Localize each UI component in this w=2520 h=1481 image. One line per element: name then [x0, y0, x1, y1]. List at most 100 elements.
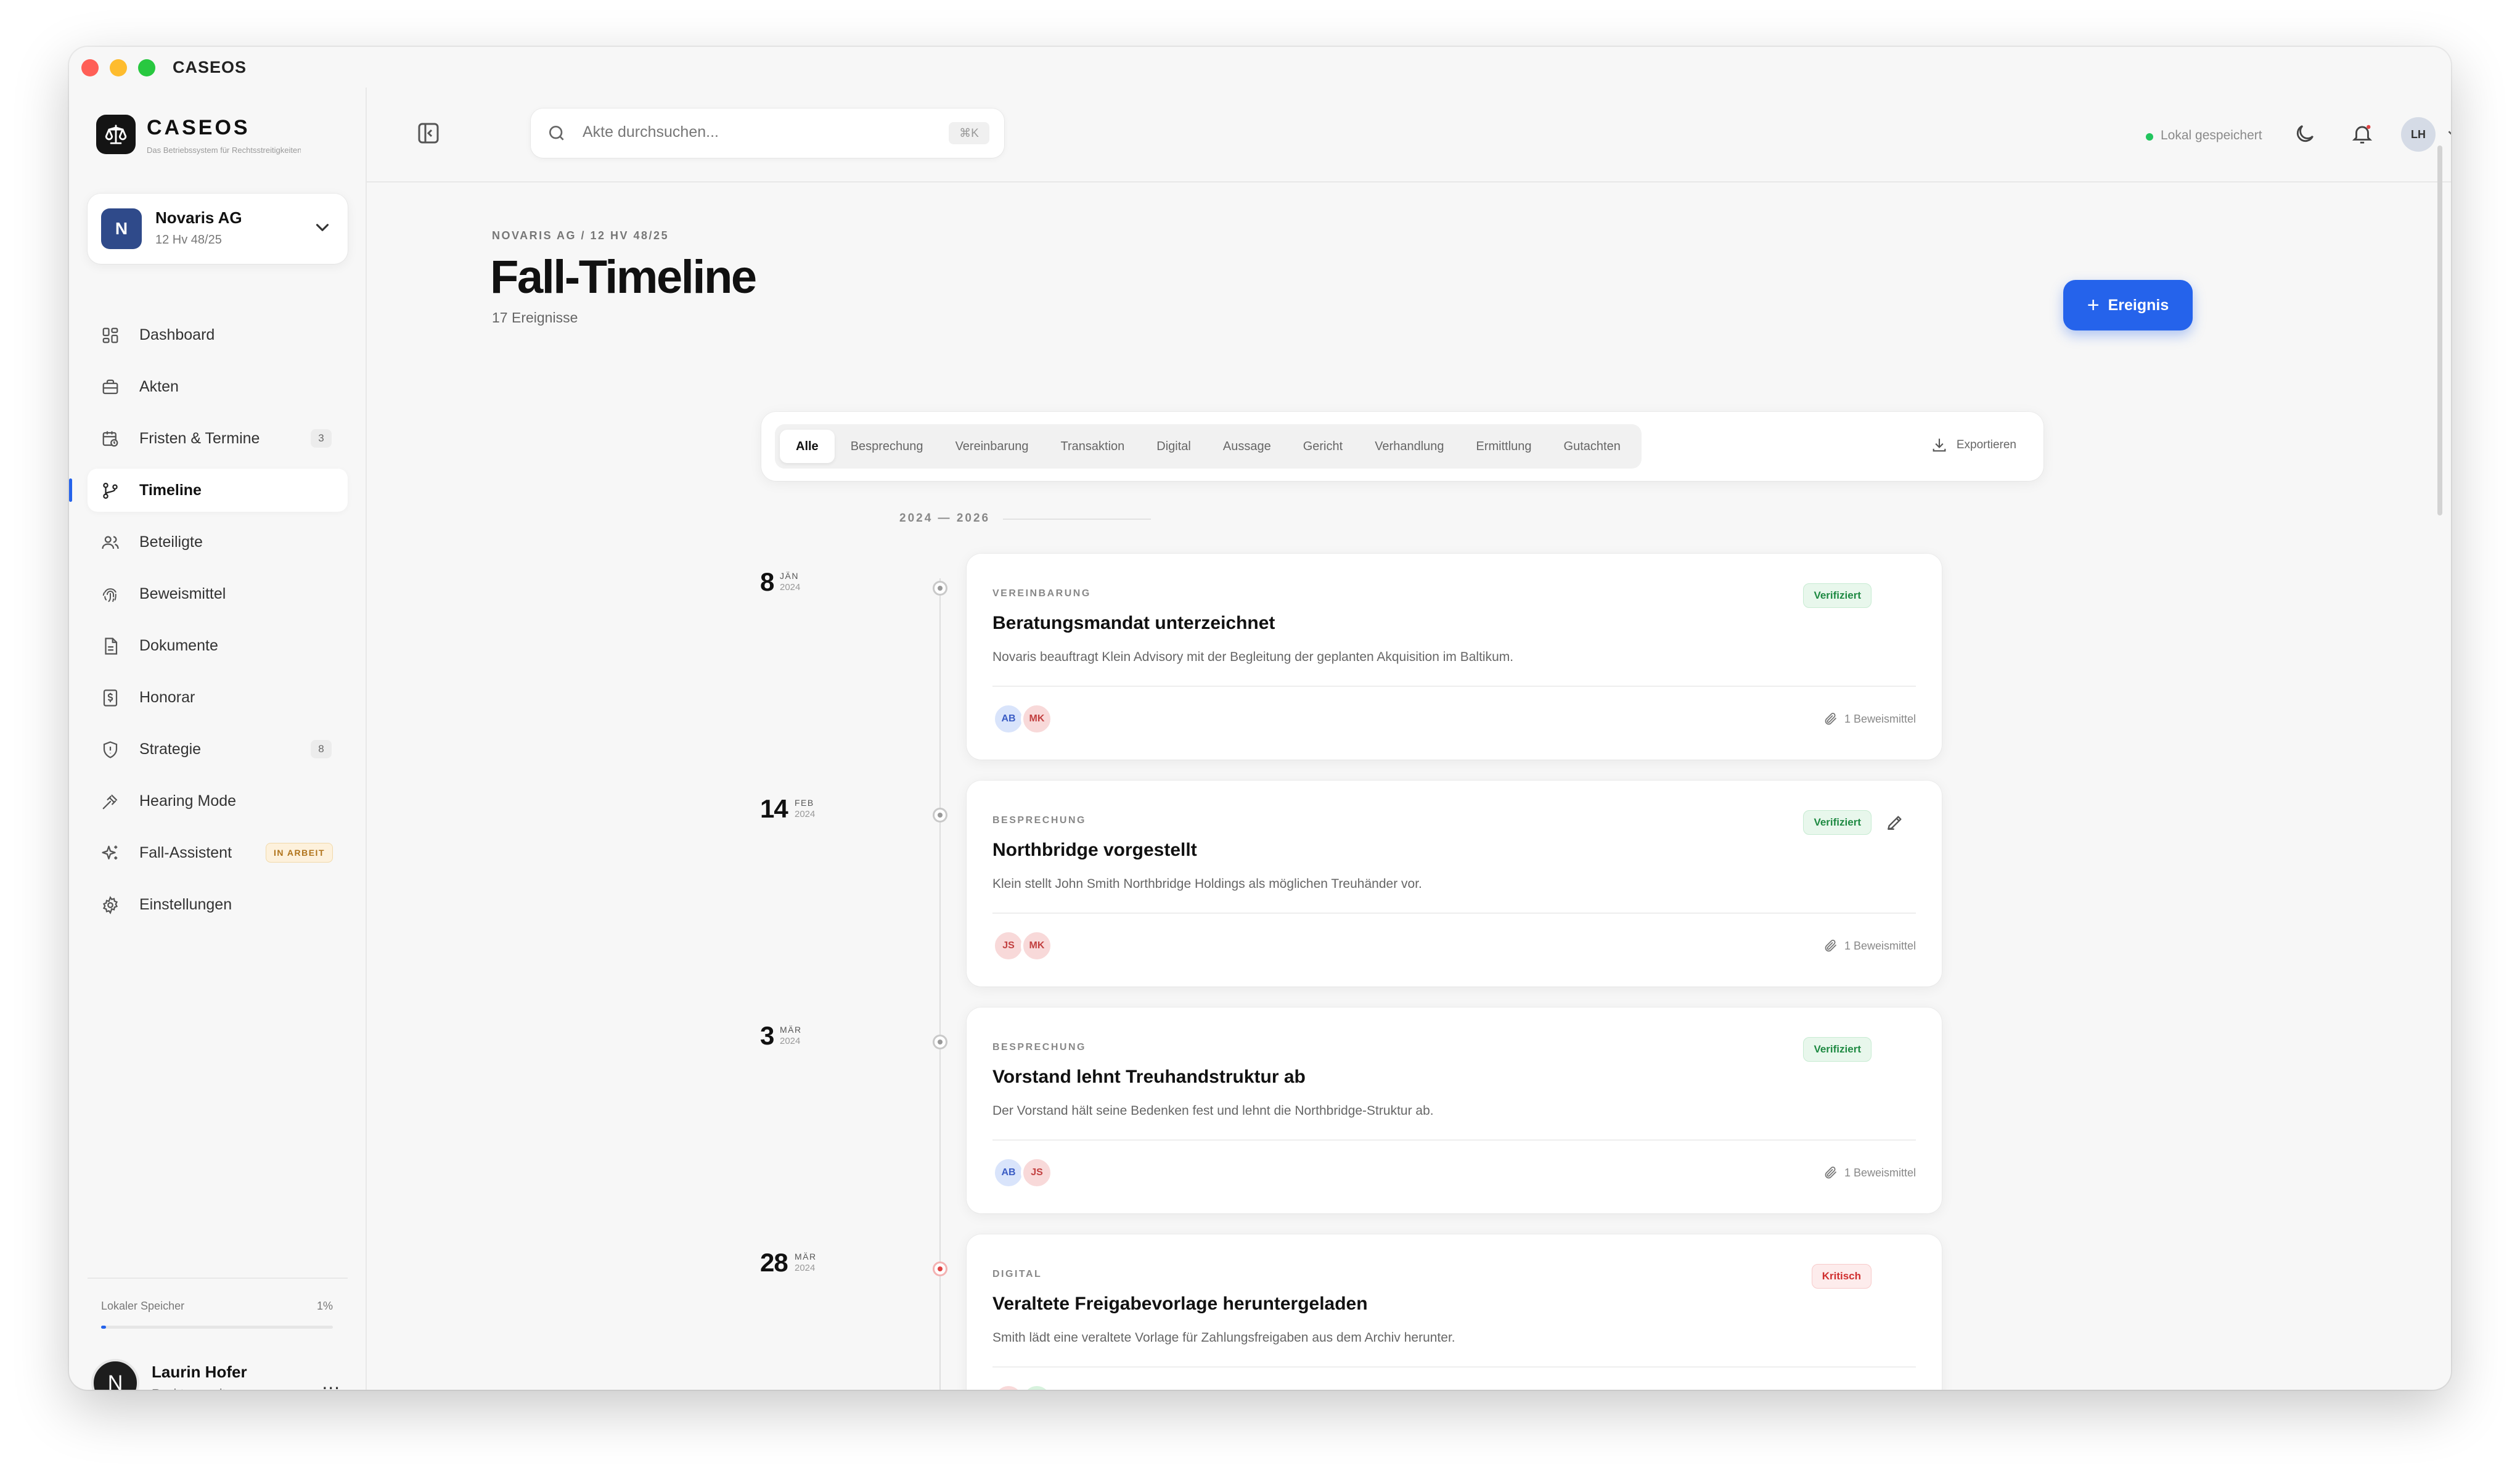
sidebar-item-dashboard[interactable]: Dashboard: [88, 313, 348, 356]
paperclip-icon: [1825, 1167, 1836, 1179]
moon-icon[interactable]: [2293, 122, 2317, 146]
sidebar-item-honorar[interactable]: Honorar: [88, 676, 348, 719]
evidence-count[interactable]: 1 Beweismittel: [1823, 1165, 1916, 1180]
participant-avatar[interactable]: AB: [992, 703, 1025, 735]
sidebar-item-label: Timeline: [139, 481, 202, 499]
event-title: Veraltete Freigabevorlage heruntergelade…: [992, 1294, 1368, 1314]
sidebar-item-fristen[interactable]: Fristen & Termine 3: [88, 417, 348, 460]
users-icon: [102, 536, 119, 549]
bell-icon[interactable]: [2350, 122, 2374, 146]
sidebar: CASEOS Das Betriebssystem für Rechtsstre…: [69, 88, 367, 1390]
storage-label: Lokaler Speicher: [101, 1300, 185, 1312]
sidebar-item-label: Einstellungen: [139, 895, 232, 913]
evidence-count[interactable]: 1 Beweismittel: [1823, 938, 1916, 953]
filter-chip[interactable]: Gericht: [1287, 430, 1359, 463]
user-profile[interactable]: N Laurin Hofer Rechtsanwalt ...: [91, 1355, 350, 1390]
download-icon: [1933, 438, 1946, 452]
sidebar-item-label: Dokumente: [139, 636, 218, 654]
sidebar-item-hearing-mode[interactable]: Hearing Mode: [88, 779, 348, 823]
avatar: N: [91, 1359, 139, 1390]
event-card[interactable]: DIGITAL Veraltete Freigabevorlage herunt…: [967, 1234, 1942, 1390]
event-card[interactable]: VEREINBARUNG Beratungsmandat unterzeichn…: [967, 554, 1942, 760]
chevron-down-icon[interactable]: [2444, 125, 2451, 143]
brand-subtitle: Das Betriebssystem für Rechtsstreitigkei…: [147, 146, 301, 155]
evidence-label: 1 Beweismittel: [1844, 939, 1916, 952]
divider: [992, 1366, 1916, 1368]
event-description: Klein stellt John Smith Northbridge Hold…: [992, 877, 1422, 891]
event-title: Vorstand lehnt Treuhandstruktur ab: [992, 1067, 1306, 1087]
paperclip-icon: [1825, 940, 1836, 952]
filter-chip[interactable]: Alle: [780, 430, 835, 463]
pencil-icon[interactable]: [1885, 813, 1905, 832]
sidebar-toggle-icon[interactable]: [416, 121, 441, 146]
sidebar-item-fall-assistent[interactable]: Fall-Assistent IN ARBEIT: [88, 831, 348, 874]
event-card[interactable]: BESPRECHUNG Northbridge vorgestellt Klei…: [967, 781, 1942, 987]
evidence-count[interactable]: 1 Beweismittel: [1823, 712, 1916, 726]
add-event-button[interactable]: + Ereignis: [2063, 280, 2193, 330]
participant-list: AB JS: [992, 1157, 1053, 1189]
event-title: Northbridge vorgestellt: [992, 840, 1197, 860]
timeline-range: 2024 — 2026: [899, 512, 991, 525]
participant-avatar[interactable]: JS: [992, 1384, 1025, 1390]
divider: [1003, 519, 1151, 520]
sidebar-item-strategie[interactable]: Strategie 8: [88, 728, 348, 771]
storage-progress-fill: [101, 1326, 106, 1329]
add-event-label: Ereignis: [2108, 296, 2169, 314]
filter-chip[interactable]: Ermittlung: [1460, 430, 1548, 463]
sidebar-item-einstellungen[interactable]: Einstellungen: [88, 883, 348, 926]
avatar[interactable]: LH: [2401, 117, 2436, 152]
page-title: Fall-Timeline: [490, 251, 757, 303]
participant-avatar[interactable]: JS: [1021, 1157, 1053, 1189]
close-window-button[interactable]: [81, 59, 99, 76]
filter-chip[interactable]: Verhandlung: [1359, 430, 1460, 463]
scrollbar[interactable]: [2437, 146, 2442, 515]
export-button[interactable]: Exportieren: [1931, 437, 2016, 454]
sidebar-item-akten[interactable]: Akten: [88, 365, 348, 408]
maximize-window-button[interactable]: [138, 59, 155, 76]
timeline-dot: [933, 1262, 947, 1276]
participant-avatar[interactable]: MK: [1021, 930, 1053, 962]
event-type: VEREINBARUNG: [992, 588, 1091, 599]
filter-chip[interactable]: Transaktion: [1045, 430, 1141, 463]
sidebar-item-beweismittel[interactable]: Beweismittel: [88, 572, 348, 615]
participant-list: JS MK: [992, 930, 1053, 962]
sidebar-item-timeline[interactable]: Timeline: [69, 469, 348, 512]
filter-chip[interactable]: Besprechung: [835, 430, 939, 463]
filter-chip[interactable]: Vereinbarung: [939, 430, 1045, 463]
status-badge: Verifiziert: [1803, 583, 1872, 608]
divider: [992, 686, 1916, 687]
case-avatar: N: [101, 208, 142, 249]
sidebar-item-label: Strategie: [139, 740, 202, 758]
timeline-dot: [933, 808, 947, 823]
sidebar-item-beteiligte[interactable]: Beteiligte: [88, 520, 348, 564]
event-card[interactable]: BESPRECHUNG Vorstand lehnt Treuhandstruk…: [967, 1007, 1942, 1213]
event-type: BESPRECHUNG: [992, 815, 1086, 826]
search-icon: [549, 126, 564, 141]
participant-avatar[interactable]: TR: [1021, 1384, 1053, 1390]
sidebar-item-label: Hearing Mode: [139, 792, 237, 810]
timeline-event: 3 MÄR 2024 BESPRECHUNG Vorstand lehnt Tr…: [367, 1007, 2451, 1213]
filter-chip[interactable]: Gutachten: [1548, 430, 1637, 463]
evidence-label: 1 Beweismittel: [1844, 1166, 1916, 1179]
minimize-window-button[interactable]: [110, 59, 127, 76]
participant-list: AB MK: [992, 703, 1053, 735]
plus-icon: +: [2087, 293, 2100, 317]
window-title: CASEOS: [173, 58, 247, 76]
shortcut-hint: ⌘K: [949, 122, 989, 144]
participant-avatar[interactable]: AB: [992, 1157, 1025, 1189]
search-input[interactable]: Akte durchsuchen... ⌘K: [531, 109, 1004, 158]
filter-chip[interactable]: Aussage: [1207, 430, 1287, 463]
participant-avatar[interactable]: JS: [992, 930, 1025, 962]
more-options-icon[interactable]: ...: [322, 1371, 340, 1390]
app-window: CASEOS CASEOS Das Betriebssystem für Rec…: [69, 47, 2451, 1390]
event-day: 14: [760, 794, 788, 823]
sparkles-icon: [102, 845, 118, 859]
filter-chip[interactable]: Digital: [1140, 430, 1207, 463]
storage-value: 1%: [316, 1300, 333, 1312]
brand-name: CASEOS: [147, 116, 250, 139]
breadcrumb: NOVARIS AG / 12 HV 48/25: [492, 229, 669, 242]
calendar-clock-icon: [102, 431, 118, 447]
participant-avatar[interactable]: MK: [1021, 703, 1053, 735]
case-switcher[interactable]: N Novaris AG 12 Hv 48/25: [88, 194, 348, 264]
sidebar-item-dokumente[interactable]: Dokumente: [88, 624, 348, 667]
